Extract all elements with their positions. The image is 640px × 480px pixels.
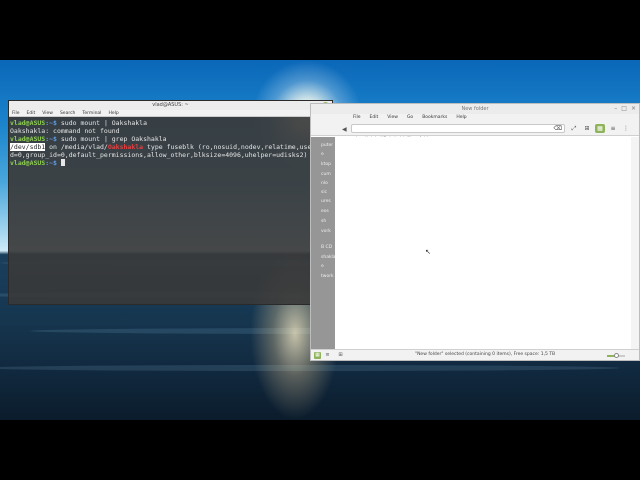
file-manager-title: New folder xyxy=(461,106,489,112)
close-icon[interactable]: × xyxy=(631,105,636,113)
hide-sidebar-icon[interactable]: ⊞ xyxy=(337,352,344,359)
file-manager-menubar: File Edit View Go Bookmarks Help xyxy=(311,114,639,122)
menu-view[interactable]: View xyxy=(42,110,53,116)
terminal-title: vlad@ASUS: ~ xyxy=(152,102,189,108)
prompt-user: vlad@ASUS xyxy=(10,119,46,127)
sidebar-item-trash[interactable]: sh xyxy=(321,219,326,224)
sidebar-item-downloads[interactable]: nlo xyxy=(321,181,328,186)
list-view-icon[interactable]: ≡ xyxy=(608,124,618,133)
menu-terminal[interactable]: Terminal xyxy=(82,110,101,116)
icon-view-icon[interactable]: ⊞ xyxy=(582,124,592,133)
compact-view-icon[interactable]: ⋮ xyxy=(621,124,631,133)
prompt-path: :~$ xyxy=(45,159,57,167)
file-manager-window[interactable]: New folder – □ × File Edit View Go Bookm… xyxy=(310,103,640,361)
menu-edit[interactable]: Edit xyxy=(27,110,36,116)
status-text: "New folder" selected (containing 0 item… xyxy=(415,352,556,357)
mount-name-highlight: Oakshakla xyxy=(107,143,144,151)
text-cursor xyxy=(60,159,65,166)
folder-content-area[interactable]: ↖ xyxy=(335,137,631,351)
sidebar-item-oakshakla[interactable]: shakla xyxy=(321,255,336,260)
menu-go[interactable]: Go xyxy=(407,114,413,122)
sidebar-item-network-2[interactable]: twork xyxy=(321,274,334,279)
clear-location-icon[interactable]: ⌫ xyxy=(554,125,562,133)
terminal-window[interactable]: vlad@ASUS: ~ × File Edit View Search Ter… xyxy=(8,100,333,305)
prompt-path: :~$ xyxy=(45,135,57,143)
device-path: /dev/sdb1 xyxy=(10,143,46,151)
grid-view-icon[interactable]: ▦ xyxy=(595,124,605,133)
terminal-line: d=0,group_id=0,default_permissions,allow… xyxy=(10,151,308,159)
terminal-line: /dev/sdb1 on /media/vlad/Oakshakla type … xyxy=(10,143,331,151)
prompt-user: vlad@ASUS xyxy=(10,135,46,143)
sidebar-item-desktop[interactable]: ktop xyxy=(321,162,331,167)
minimize-icon[interactable]: – xyxy=(614,105,617,113)
menu-view[interactable]: View xyxy=(387,114,398,122)
sidebar-item-videos[interactable]: eos xyxy=(321,209,329,214)
command-text: sudo mount | Oakshakla xyxy=(56,119,147,127)
terminal-line: vlad@ASUS:~$ sudo mount | grep Oakshakla xyxy=(10,135,331,143)
sidebar-item-computer[interactable]: puter xyxy=(321,143,333,148)
menu-file[interactable]: File xyxy=(353,114,361,122)
terminal-line: vlad@ASUS:~$ xyxy=(10,159,331,167)
sidebar-item-cd[interactable]: B CD xyxy=(321,245,332,250)
terminal-output[interactable]: vlad@ASUS:~$ sudo mount | Oakshakla Oaksh… xyxy=(9,117,332,169)
terminal-menubar: File Edit View Search Terminal Help xyxy=(9,110,332,117)
menu-edit[interactable]: Edit xyxy=(370,114,379,122)
status-bar: ▦ ≡ ⊞ "New folder" selected (containing … xyxy=(311,349,639,360)
sidebar-item-documents[interactable]: cum xyxy=(321,172,331,177)
command-text: sudo mount | grep Oakshakla xyxy=(56,135,167,143)
menu-search[interactable]: Search xyxy=(60,110,75,116)
menu-help[interactable]: Help xyxy=(108,110,118,116)
prompt-path: :~$ xyxy=(45,119,57,127)
sidebar-item-home[interactable]: e xyxy=(321,152,324,157)
output-text: type fuseblk (ro,nosuid,nodev,relatime,u… xyxy=(143,143,324,151)
toggle-location-icon[interactable]: ⤢ xyxy=(569,124,579,133)
places-sidebar: puter e ktop cum nlo sic ures eos sh vor… xyxy=(311,137,336,351)
show-treeview-icon[interactable]: ≡ xyxy=(324,352,331,359)
show-places-icon[interactable]: ▦ xyxy=(314,352,321,359)
screen: vlad@ASUS: ~ × File Edit View Search Ter… xyxy=(0,0,640,480)
back-icon[interactable]: ◀ xyxy=(342,126,347,133)
zoom-slider-knob[interactable] xyxy=(613,353,619,358)
menu-bookmarks[interactable]: Bookmarks xyxy=(422,114,447,122)
terminal-line: vlad@ASUS:~$ sudo mount | Oakshakla xyxy=(10,119,331,127)
sidebar-item-network[interactable]: vork xyxy=(321,229,331,234)
sidebar-item-music[interactable]: sic xyxy=(321,190,327,195)
location-bar[interactable]: /media/vlad/Oakshakla/New folder ⌫ xyxy=(351,124,565,142)
output-text: on /media/vlad/ xyxy=(45,143,108,151)
file-manager-titlebar[interactable]: New folder – □ × xyxy=(311,104,639,114)
menu-file[interactable]: File xyxy=(12,110,20,116)
scrollbar[interactable] xyxy=(631,137,639,351)
terminal-titlebar[interactable]: vlad@ASUS: ~ × xyxy=(9,101,332,110)
prompt-user: vlad@ASUS xyxy=(10,159,46,167)
sidebar-item-volume[interactable]: e xyxy=(321,264,324,269)
maximize-icon[interactable]: □ xyxy=(621,105,627,113)
file-manager-toolbar: ◀ /media/vlad/Oakshakla/New folder ⌫ ⤢ ⊞… xyxy=(311,122,639,142)
mouse-pointer-icon: ↖ xyxy=(425,248,431,256)
sidebar-item-pictures[interactable]: ures xyxy=(321,199,331,204)
terminal-line: Oakshakla: command not found xyxy=(10,127,120,135)
zoom-slider[interactable] xyxy=(607,353,625,358)
menu-help[interactable]: Help xyxy=(456,114,466,122)
window-controls: – □ × xyxy=(614,105,636,113)
